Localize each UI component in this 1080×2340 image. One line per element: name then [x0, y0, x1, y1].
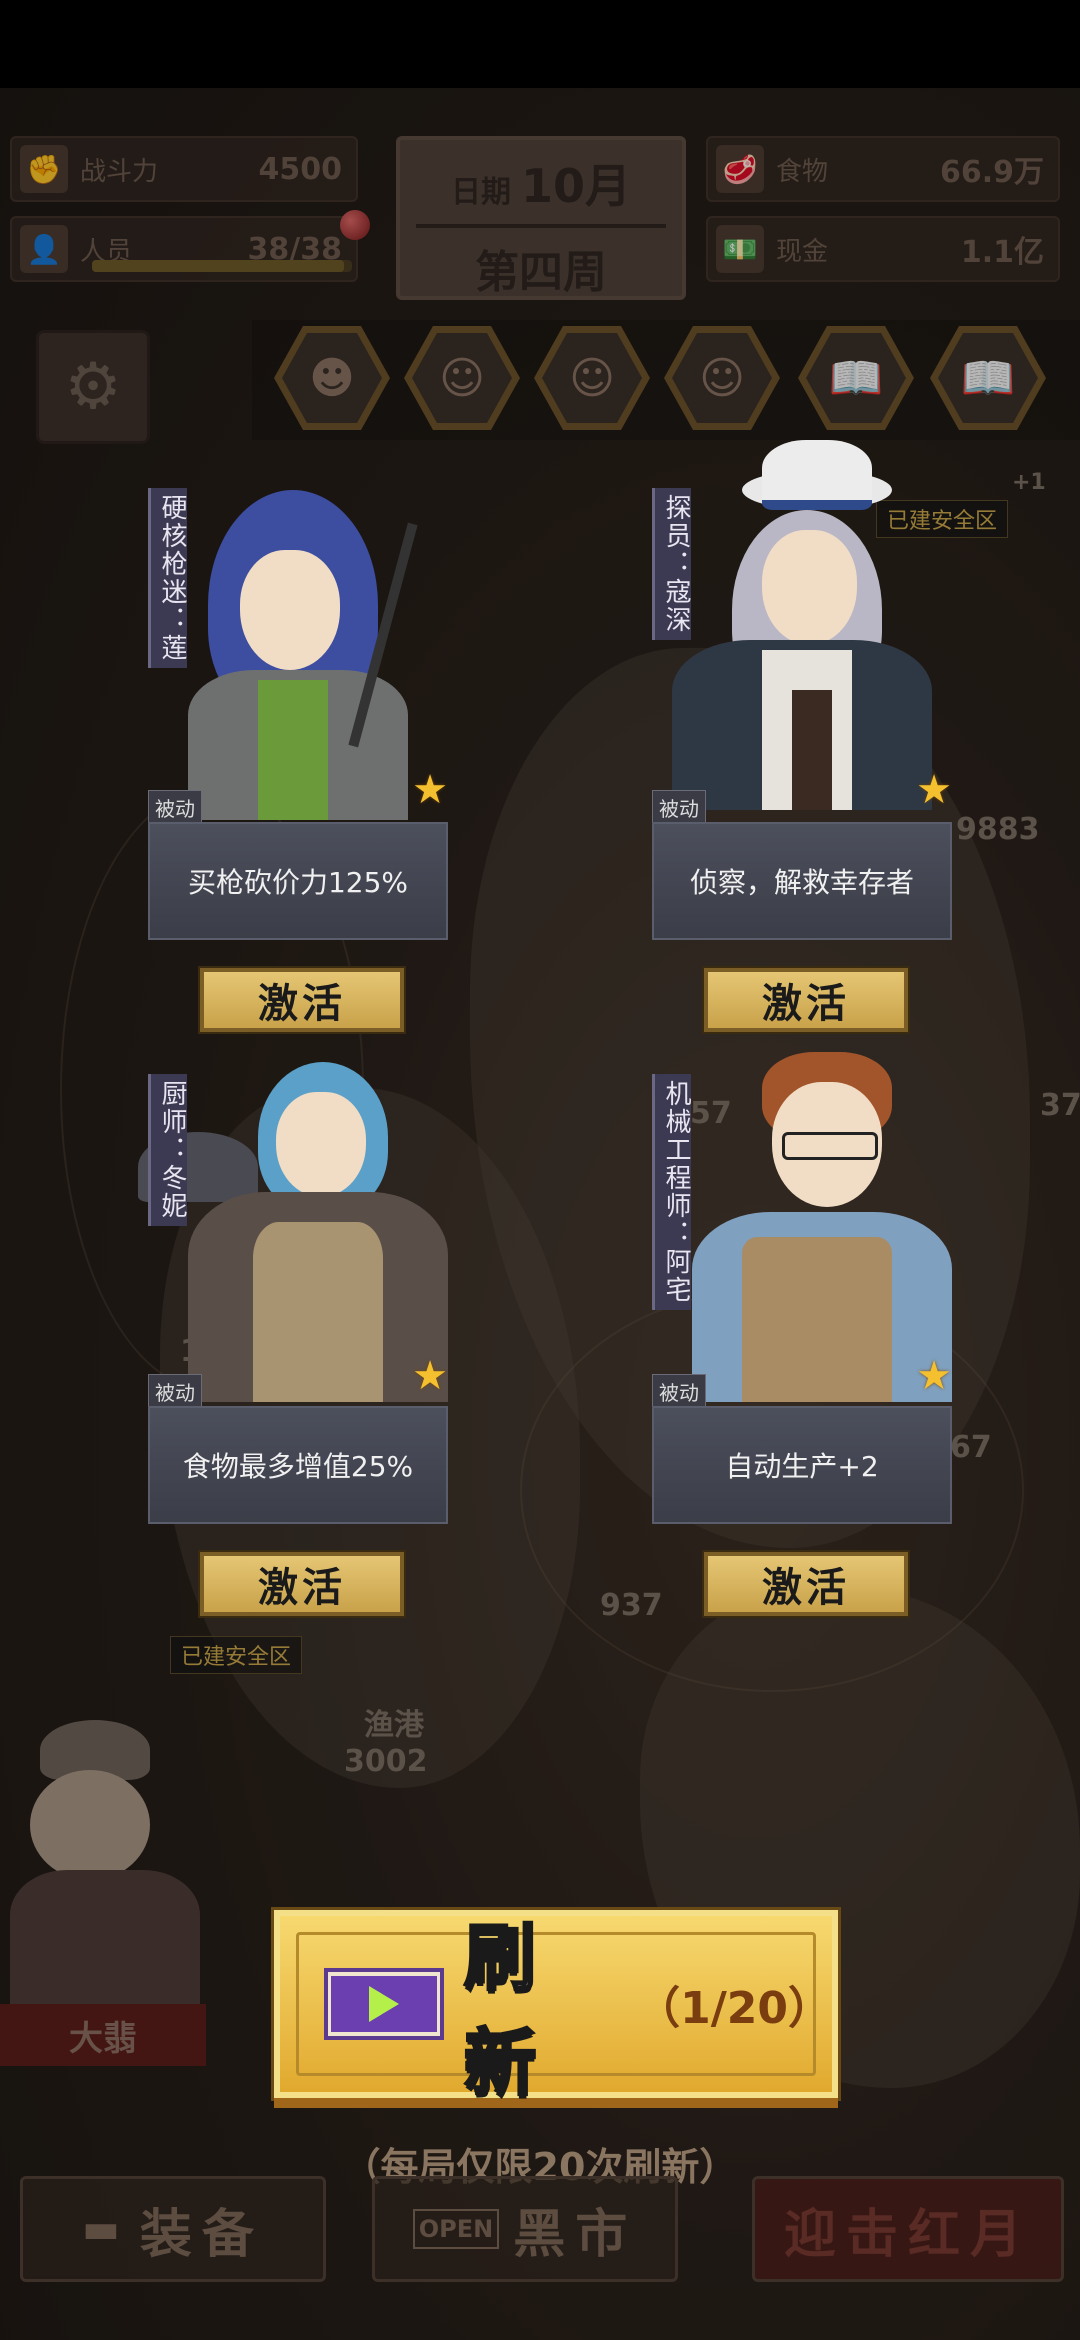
card-desc: 侦察，解救幸存者	[652, 822, 952, 940]
map-plus-one: +1	[1012, 470, 1046, 495]
name-tag-dongni: 厨师：冬妮	[148, 1074, 187, 1226]
activate-button-dongni[interactable]: 激活	[200, 1552, 404, 1616]
card-desc: 自动生产+2	[652, 1406, 952, 1524]
passive-badge: 被动	[148, 790, 202, 825]
passive-badge: 被动	[148, 1374, 202, 1409]
map-count-37: 37	[1040, 1088, 1080, 1123]
combat-value: 4500	[258, 151, 343, 187]
date-panel: 日期 10月 第四周	[396, 136, 686, 300]
person-icon: 👤	[20, 225, 68, 273]
star-icon: ★	[916, 767, 952, 813]
food-value: 66.9万	[939, 155, 1044, 190]
activate-button-koushen[interactable]: 激活	[704, 968, 908, 1032]
combat-label: 战斗力	[80, 156, 159, 187]
name-tag-azhai: 机械工程师：阿宅	[652, 1074, 691, 1310]
week-value: 第四周	[475, 247, 607, 298]
black-market-button: OPEN 黑市	[372, 2176, 678, 2282]
portrait-dongni	[138, 1062, 448, 1402]
cash-label: 现金	[776, 236, 829, 267]
safe-zone-label-2: 已建安全区	[170, 1636, 303, 1674]
food-panel: 🥩 食物 66.9万	[706, 136, 1060, 202]
activate-button-azhai[interactable]: 激活	[704, 1552, 908, 1616]
card-desc: 买枪砍价力125%	[148, 822, 448, 940]
cash-icon: 💵	[716, 225, 764, 273]
face-icon: ☺	[412, 333, 512, 423]
npc-name-tag: 大翡	[0, 2004, 206, 2066]
equip-button: ▬ 装备	[20, 2176, 326, 2282]
passive-badge: 被动	[652, 790, 706, 825]
npc-chef-portrait	[0, 1720, 220, 2020]
name-tag-koushen: 探员：寇深	[652, 488, 691, 640]
card-desc: 食物最多增值25%	[148, 1406, 448, 1524]
mask-icon: ☻	[282, 333, 382, 423]
cash-value: 1.1亿	[960, 235, 1044, 270]
book-lightbulb-icon: 📖	[806, 333, 906, 423]
status-bar	[0, 0, 1080, 88]
map-place-fishing-port: 渔港	[364, 1708, 424, 1743]
activate-button-lian[interactable]: 激活	[200, 968, 404, 1032]
portrait-koushen	[652, 440, 952, 810]
passive-badge: 被动	[652, 1374, 706, 1409]
fist-icon: ✊	[20, 145, 68, 193]
map-count-3002: 3002	[344, 1744, 428, 1779]
staff-panel: 👤 人员 38/38	[10, 216, 358, 282]
star-icon: ★	[916, 1353, 952, 1399]
meat-icon: 🥩	[716, 145, 764, 193]
refresh-count: （1/20）	[636, 1983, 832, 2034]
star-icon: ★	[412, 767, 448, 813]
open-sign-icon: OPEN	[412, 2209, 500, 2249]
market-label: 黑市	[513, 2204, 638, 2265]
face-icon: ☺	[542, 333, 642, 423]
map-count-67: 67	[950, 1430, 992, 1465]
battle-label: 迎击红月	[783, 2204, 1032, 2265]
refresh-label: 刷新	[463, 1915, 538, 2107]
red-moon-battle-button: 迎击红月	[752, 2176, 1064, 2282]
date-label: 日期	[450, 175, 511, 210]
food-label: 食物	[776, 156, 829, 187]
month-value: 10月	[520, 159, 631, 213]
rifle-icon: ▬	[82, 2206, 130, 2252]
name-tag-lian: 硬核枪迷：莲	[148, 488, 187, 668]
video-play-icon	[324, 1968, 445, 2040]
star-icon: ★	[412, 1353, 448, 1399]
refresh-button[interactable]: 刷新 （1/20）	[274, 1910, 838, 2107]
settings-gear-icon[interactable]: ⚙	[36, 330, 150, 444]
face-icon: ☺	[672, 333, 772, 423]
equip-label: 装备	[139, 2204, 264, 2265]
portrait-azhai	[652, 1052, 952, 1402]
map-count-937: 937	[600, 1588, 663, 1623]
staff-bar	[92, 260, 352, 272]
cash-panel: 💵 现金 1.1亿	[706, 216, 1060, 282]
combat-power-panel: ✊ 战斗力 4500	[10, 136, 358, 202]
map-count-9883: 9883	[956, 812, 1040, 847]
book-lightbulb-icon: 📖	[938, 333, 1038, 423]
portrait-lian	[148, 480, 448, 820]
notification-dot	[340, 210, 370, 240]
